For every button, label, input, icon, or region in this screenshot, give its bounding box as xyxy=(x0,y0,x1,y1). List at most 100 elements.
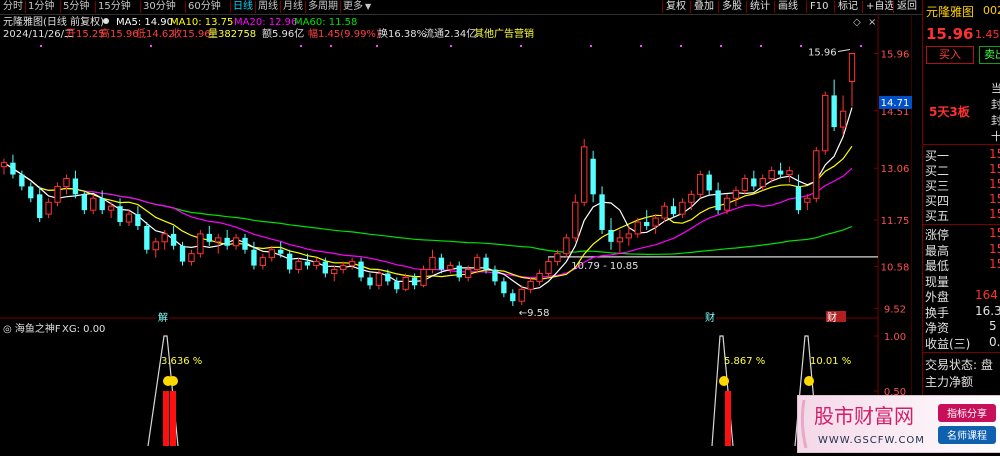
candle[interactable] xyxy=(456,261,462,282)
close-icon[interactable]: × xyxy=(868,17,876,28)
candle[interactable] xyxy=(804,194,811,211)
event-marker[interactable]: 解 xyxy=(158,311,168,324)
toolbar-button-2[interactable]: 多股 xyxy=(722,0,742,14)
candle[interactable] xyxy=(224,229,230,250)
toolbar-button-4[interactable]: 画线 xyxy=(778,0,798,14)
candle[interactable] xyxy=(197,229,204,258)
candle[interactable] xyxy=(232,233,240,250)
candle[interactable] xyxy=(144,222,150,254)
candle[interactable] xyxy=(72,170,79,199)
event-marker[interactable]: 财 xyxy=(827,311,837,324)
indicator-title: ◎ 海鱼之神F xyxy=(3,322,61,335)
candle[interactable] xyxy=(563,233,570,258)
candle[interactable] xyxy=(206,225,212,246)
candle[interactable] xyxy=(429,249,436,274)
candle[interactable] xyxy=(28,182,34,203)
candle[interactable] xyxy=(527,277,534,294)
candle[interactable] xyxy=(358,257,364,282)
candle[interactable] xyxy=(420,265,427,288)
candle[interactable] xyxy=(331,265,338,282)
candle[interactable] xyxy=(37,186,43,223)
candle[interactable] xyxy=(715,182,721,215)
candle[interactable] xyxy=(135,206,141,230)
tab-timeframe-6[interactable]: 日线 xyxy=(233,0,253,14)
event-marker[interactable]: 财 xyxy=(705,311,715,324)
candle[interactable] xyxy=(813,146,820,203)
candle[interactable] xyxy=(348,257,356,270)
toolbar-button-6[interactable]: 标记 xyxy=(838,0,858,14)
candle[interactable] xyxy=(608,218,614,250)
candle[interactable] xyxy=(599,186,605,234)
candle[interactable] xyxy=(732,186,740,207)
candle[interactable] xyxy=(831,79,837,132)
tab-timeframe-3[interactable]: 15分钟 xyxy=(98,0,131,14)
tab-timeframe-5[interactable]: 60分钟 xyxy=(188,0,221,14)
candle[interactable] xyxy=(45,198,52,219)
candle[interactable] xyxy=(652,214,659,234)
candle-body xyxy=(331,269,338,274)
candle[interactable] xyxy=(492,265,498,286)
candle[interactable] xyxy=(581,138,588,207)
kline-chart[interactable]: ◎ 海鱼之神F XG: 0.001.000.503.636 % 5.867 % 10.… xyxy=(0,14,913,451)
toolbar-button-1[interactable]: 叠加 xyxy=(694,0,714,14)
candle[interactable] xyxy=(242,233,248,254)
tab-timeframe-10[interactable]: 更多 xyxy=(343,0,363,14)
candle[interactable] xyxy=(0,158,8,175)
candle[interactable] xyxy=(367,273,373,290)
candle[interactable] xyxy=(697,170,704,199)
tab-timeframe-0[interactable]: 分时 xyxy=(3,0,23,14)
candle[interactable] xyxy=(188,249,195,266)
tab-timeframe-9[interactable]: 多周期 xyxy=(308,0,338,14)
toolbar-button-0[interactable]: 复权 xyxy=(666,0,686,14)
candle[interactable] xyxy=(125,210,133,226)
candle[interactable] xyxy=(848,52,856,107)
sell-button[interactable]: 卖出 xyxy=(979,46,1000,64)
candle[interactable] xyxy=(706,170,712,195)
candle[interactable] xyxy=(152,237,159,258)
price-tick-label: 11.75 xyxy=(881,216,910,227)
candle[interactable] xyxy=(751,170,757,191)
candle[interactable] xyxy=(777,162,784,179)
candle[interactable] xyxy=(54,182,61,207)
diamond-icon[interactable]: ◇ xyxy=(853,17,861,28)
buy-button[interactable]: 买入 xyxy=(926,46,974,64)
candle[interactable] xyxy=(170,225,177,250)
candle[interactable] xyxy=(295,257,302,274)
candle[interactable] xyxy=(259,253,267,270)
candle[interactable] xyxy=(10,154,16,179)
candle[interactable] xyxy=(286,249,293,274)
toolbar-button-3[interactable]: 统计 xyxy=(750,0,770,14)
tab-timeframe-4[interactable]: 30分钟 xyxy=(143,0,176,14)
toolbar-button-5[interactable]: F10 xyxy=(810,0,828,14)
candle[interactable] xyxy=(545,257,552,278)
candle[interactable] xyxy=(572,194,579,242)
candle[interactable] xyxy=(63,174,70,195)
tab-timeframe-2[interactable]: 5分钟 xyxy=(63,0,89,14)
candle[interactable] xyxy=(215,233,222,254)
candle[interactable] xyxy=(822,91,829,155)
chart-area[interactable]: ◎ 海鱼之神F XG: 0.00 1.00 0.50 3.636 % 5.867 % 10.… xyxy=(0,14,913,451)
candle[interactable] xyxy=(447,261,454,274)
candle[interactable] xyxy=(313,257,320,270)
candle[interactable] xyxy=(473,253,481,274)
candle[interactable] xyxy=(688,190,695,211)
candle[interactable] xyxy=(670,198,677,219)
dropdown-icon[interactable]: ▼ xyxy=(365,0,371,14)
tab-timeframe-7[interactable]: 周线 xyxy=(258,0,278,14)
toolbar-button-7[interactable]: +自选 xyxy=(866,0,894,14)
candle[interactable] xyxy=(741,174,749,195)
candle[interactable] xyxy=(679,198,686,219)
tab-timeframe-8[interactable]: 月线 xyxy=(283,0,303,14)
candle[interactable] xyxy=(536,269,543,286)
candle[interactable] xyxy=(786,166,793,183)
candle[interactable] xyxy=(590,150,596,203)
candle[interactable] xyxy=(616,229,624,254)
candle[interactable] xyxy=(510,289,516,306)
toolbar-button-8[interactable]: 返回 xyxy=(897,0,917,14)
candle[interactable] xyxy=(644,210,650,230)
candle[interactable] xyxy=(518,285,525,306)
candle[interactable] xyxy=(501,277,507,298)
tab-timeframe-1[interactable]: 1分钟 xyxy=(28,0,54,14)
candle[interactable] xyxy=(661,202,668,223)
candle[interactable] xyxy=(90,194,97,215)
